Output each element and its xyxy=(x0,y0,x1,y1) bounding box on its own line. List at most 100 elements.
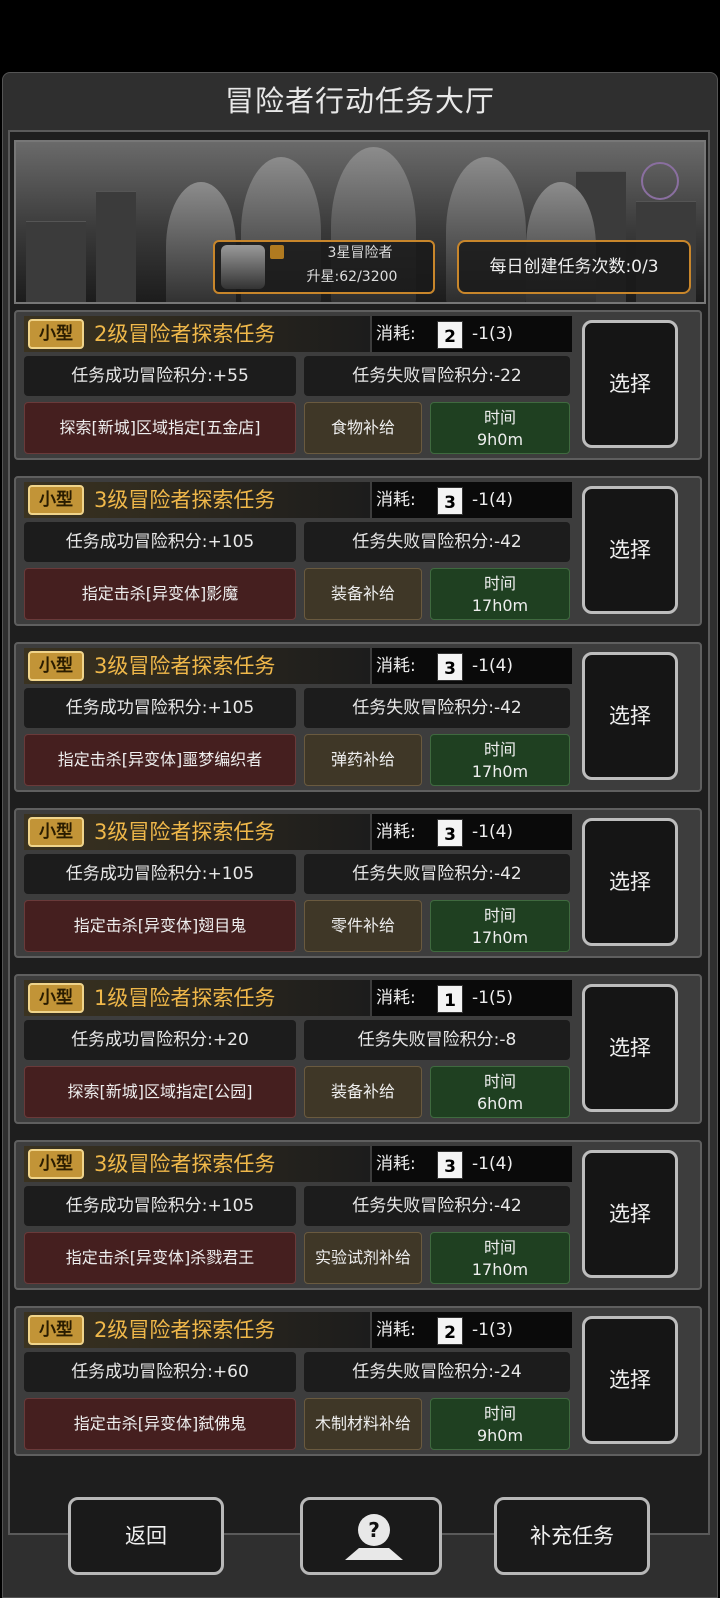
cost-label: 消耗: xyxy=(376,1320,416,1340)
supply-reward: 食物补给 xyxy=(304,402,422,454)
fail-points: 任务失败冒险积分:-42 xyxy=(304,522,570,562)
time-value: 17h0m xyxy=(471,762,529,781)
quest-card: 小型 2级冒险者探索任务 消耗: 2 -1(3) 任务成功冒险积分:+55 任务失败冒险积分… xyxy=(14,310,702,460)
cost-value: -1(4) xyxy=(472,822,514,842)
size-tag: 小型 xyxy=(28,1315,84,1345)
supply-reward: 实验试剂补给 xyxy=(304,1232,422,1284)
svg-text:?: ? xyxy=(368,1518,380,1542)
quest-cost: 消耗: 1 -1(5) xyxy=(372,980,572,1016)
quest-card: 小型 1级冒险者探索任务 消耗: 1 -1(5) 任务成功冒险积分:+20 任务失败冒险积分… xyxy=(14,974,702,1124)
quest-cost: 消耗: 3 -1(4) xyxy=(372,482,572,518)
quest-header: 小型 3级冒险者探索任务 xyxy=(24,1146,370,1182)
quest-duration: 时间 17h0m xyxy=(430,568,570,620)
quest-duration: 时间 6h0m xyxy=(430,1066,570,1118)
quest-title: 2级冒险者探索任务 xyxy=(94,1318,276,1342)
fail-points: 任务失败冒险积分:-24 xyxy=(304,1352,570,1392)
select-quest-button[interactable]: 选择 xyxy=(582,1150,678,1278)
quest-header: 小型 1级冒险者探索任务 xyxy=(24,980,370,1016)
quest-duration: 时间 17h0m xyxy=(430,734,570,786)
cost-label: 消耗: xyxy=(376,1154,416,1174)
time-label: 时间 xyxy=(483,1072,516,1091)
cost-value: -1(3) xyxy=(472,324,514,344)
success-points: 任务成功冒险积分:+105 xyxy=(24,522,296,562)
help-button[interactable]: ? xyxy=(300,1497,442,1575)
quest-header: 小型 2级冒险者探索任务 xyxy=(24,316,370,352)
success-points: 任务成功冒险积分:+60 xyxy=(24,1352,296,1392)
quest-header: 小型 3级冒险者探索任务 xyxy=(24,648,370,684)
quest-card: 小型 2级冒险者探索任务 消耗: 2 -1(3) 任务成功冒险积分:+60 任务失败冒险积分… xyxy=(14,1306,702,1456)
time-value: 17h0m xyxy=(471,928,529,947)
question-map-icon: ? xyxy=(345,1514,403,1560)
supply-reward: 装备补给 xyxy=(304,1066,422,1118)
cost-label: 消耗: xyxy=(376,490,416,510)
page-title: 冒险者行动任务大厅 xyxy=(224,84,495,118)
quest-header: 小型 3级冒险者探索任务 xyxy=(24,814,370,850)
select-quest-button[interactable]: 选择 xyxy=(582,486,678,614)
quest-card: 小型 3级冒险者探索任务 消耗: 3 -1(4) 任务成功冒险积分:+105 任务失败冒险积… xyxy=(14,808,702,958)
success-points: 任务成功冒险积分:+20 xyxy=(24,1020,296,1060)
time-label: 时间 xyxy=(483,740,516,759)
select-quest-button[interactable]: 选择 xyxy=(582,1316,678,1444)
rank-star-icon xyxy=(270,245,284,259)
cost-value: -1(4) xyxy=(472,656,514,676)
select-quest-button[interactable]: 选择 xyxy=(582,984,678,1112)
select-quest-button[interactable]: 选择 xyxy=(582,652,678,780)
cost-value: -1(5) xyxy=(472,988,514,1008)
supply-reward: 弹药补给 xyxy=(304,734,422,786)
cost-value: -1(4) xyxy=(472,490,514,510)
cost-value: -1(3) xyxy=(472,1320,514,1340)
fail-points: 任务失败冒险积分:-42 xyxy=(304,688,570,728)
time-value: 9h0m xyxy=(476,1426,524,1445)
quest-title: 3级冒险者探索任务 xyxy=(94,820,276,844)
quest-title: 3级冒险者探索任务 xyxy=(94,488,276,512)
level-card-icon: 3 xyxy=(437,653,463,681)
back-button[interactable]: 返回 xyxy=(68,1497,224,1575)
quest-title: 3级冒险者探索任务 xyxy=(94,1152,276,1176)
fail-points: 任务失败冒险积分:-42 xyxy=(304,854,570,894)
cost-label: 消耗: xyxy=(376,822,416,842)
cost-label: 消耗: xyxy=(376,324,416,344)
time-value: 17h0m xyxy=(471,596,529,615)
quest-target: 指定击杀[异变体]翅目鬼 xyxy=(24,900,296,952)
select-quest-button[interactable]: 选择 xyxy=(582,818,678,946)
success-points: 任务成功冒险积分:+105 xyxy=(24,1186,296,1226)
quest-card: 小型 3级冒险者探索任务 消耗: 3 -1(4) 任务成功冒险积分:+105 任务失败冒险积… xyxy=(14,1140,702,1290)
quest-title: 1级冒险者探索任务 xyxy=(94,986,276,1010)
select-quest-button[interactable]: 选择 xyxy=(582,320,678,448)
cost-label: 消耗: xyxy=(376,988,416,1008)
quest-cost: 消耗: 3 -1(4) xyxy=(372,1146,572,1182)
time-label: 时间 xyxy=(483,1404,516,1423)
quest-duration: 时间 9h0m xyxy=(430,402,570,454)
level-card-icon: 2 xyxy=(437,1317,463,1345)
cost-value: -1(4) xyxy=(472,1154,514,1174)
quest-target: 指定击杀[异变体]弑佛鬼 xyxy=(24,1398,296,1450)
quest-cost: 消耗: 3 -1(4) xyxy=(372,648,572,684)
time-label: 时间 xyxy=(483,906,516,925)
fail-points: 任务失败冒险积分:-22 xyxy=(304,356,570,396)
quest-target: 指定击杀[异变体]杀戮君王 xyxy=(24,1232,296,1284)
success-points: 任务成功冒险积分:+55 xyxy=(24,356,296,396)
quest-target: 探索[新城]区域指定[公园] xyxy=(24,1066,296,1118)
success-points: 任务成功冒险积分:+105 xyxy=(24,688,296,728)
refill-quests-button[interactable]: 补充任务 xyxy=(494,1497,650,1575)
quest-target: 探索[新城]区域指定[五金店] xyxy=(24,402,296,454)
time-label: 时间 xyxy=(483,408,516,427)
time-value: 6h0m xyxy=(476,1094,524,1113)
quest-header: 小型 2级冒险者探索任务 xyxy=(24,1312,370,1348)
level-card-icon: 1 xyxy=(437,985,463,1013)
fail-points: 任务失败冒险积分:-42 xyxy=(304,1186,570,1226)
size-tag: 小型 xyxy=(28,651,84,681)
faction-emblem-icon xyxy=(641,162,679,200)
supply-reward: 木制材料补给 xyxy=(304,1398,422,1450)
quest-card: 小型 3级冒险者探索任务 消耗: 3 -1(4) 任务成功冒险积分:+105 任务失败冒险积… xyxy=(14,642,702,792)
quest-title: 3级冒险者探索任务 xyxy=(94,654,276,678)
cost-label: 消耗: xyxy=(376,656,416,676)
size-tag: 小型 xyxy=(28,817,84,847)
quest-target: 指定击杀[异变体]影魔 xyxy=(24,568,296,620)
quest-cost: 消耗: 3 -1(4) xyxy=(372,814,572,850)
quest-cost: 消耗: 2 -1(3) xyxy=(372,316,572,352)
avatar xyxy=(221,245,265,289)
quest-target: 指定击杀[异变体]噩梦编织者 xyxy=(24,734,296,786)
level-card-icon: 3 xyxy=(437,819,463,847)
daily-create-count: 每日创建任务次数:0/3 xyxy=(457,240,691,294)
